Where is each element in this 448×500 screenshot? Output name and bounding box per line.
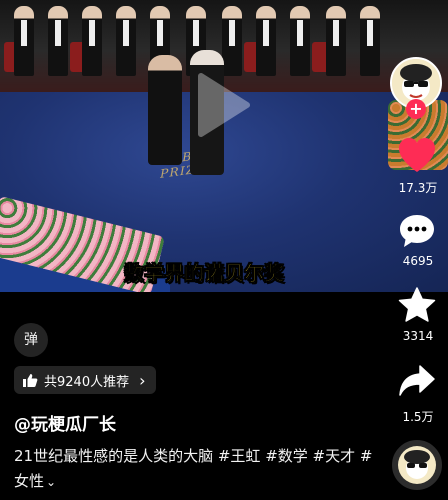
recommend-pill[interactable]: 共9240人推荐 › xyxy=(14,366,156,394)
video-player[interactable]: NOBEL PRIZE 数学界的诺贝尔奖 xyxy=(0,0,448,292)
heart-icon[interactable] xyxy=(398,138,436,174)
music-disc-avatar-icon xyxy=(398,446,436,484)
share-icon[interactable] xyxy=(398,364,436,398)
comment-count: 4695 xyxy=(402,254,434,268)
play-icon[interactable] xyxy=(193,70,253,140)
expand-chevron-icon[interactable]: ⌄ xyxy=(46,470,56,495)
audience-person xyxy=(222,6,242,76)
share-count: 1.5万 xyxy=(402,410,434,424)
favorite-count: 3314 xyxy=(402,329,434,343)
post-description: 21世纪最性感的是人类的大脑 #王虹 #数学 #天才 #女性 ⌄ xyxy=(14,444,374,495)
author-name[interactable]: @玩梗瓜厂长 xyxy=(14,410,116,435)
video-caption: 数学界的诺贝尔奖 xyxy=(124,261,285,286)
description-text: 21世纪最性感的是人类的大脑 #王虹 #数学 #天才 #女性 xyxy=(14,447,373,490)
like-count: 17.3万 xyxy=(398,181,438,195)
audience-person xyxy=(116,6,136,76)
star-icon[interactable] xyxy=(398,287,436,323)
thumb-up-icon xyxy=(23,373,38,387)
audience-person xyxy=(360,6,380,76)
music-disc[interactable] xyxy=(392,440,442,490)
audience-person xyxy=(48,6,68,76)
audience-person xyxy=(256,6,276,76)
presenter-figure xyxy=(148,55,182,165)
comment-icon[interactable] xyxy=(398,213,436,249)
follow-button[interactable]: + xyxy=(406,99,426,119)
recommend-label: 共9240人推荐 xyxy=(44,374,130,390)
audience-person xyxy=(14,6,34,76)
audience-person xyxy=(82,6,102,76)
danmaku-toggle[interactable]: 弹 xyxy=(14,323,48,357)
chevron-right-icon: › xyxy=(139,370,146,390)
audience-person xyxy=(326,6,346,76)
audience-person xyxy=(290,6,310,76)
